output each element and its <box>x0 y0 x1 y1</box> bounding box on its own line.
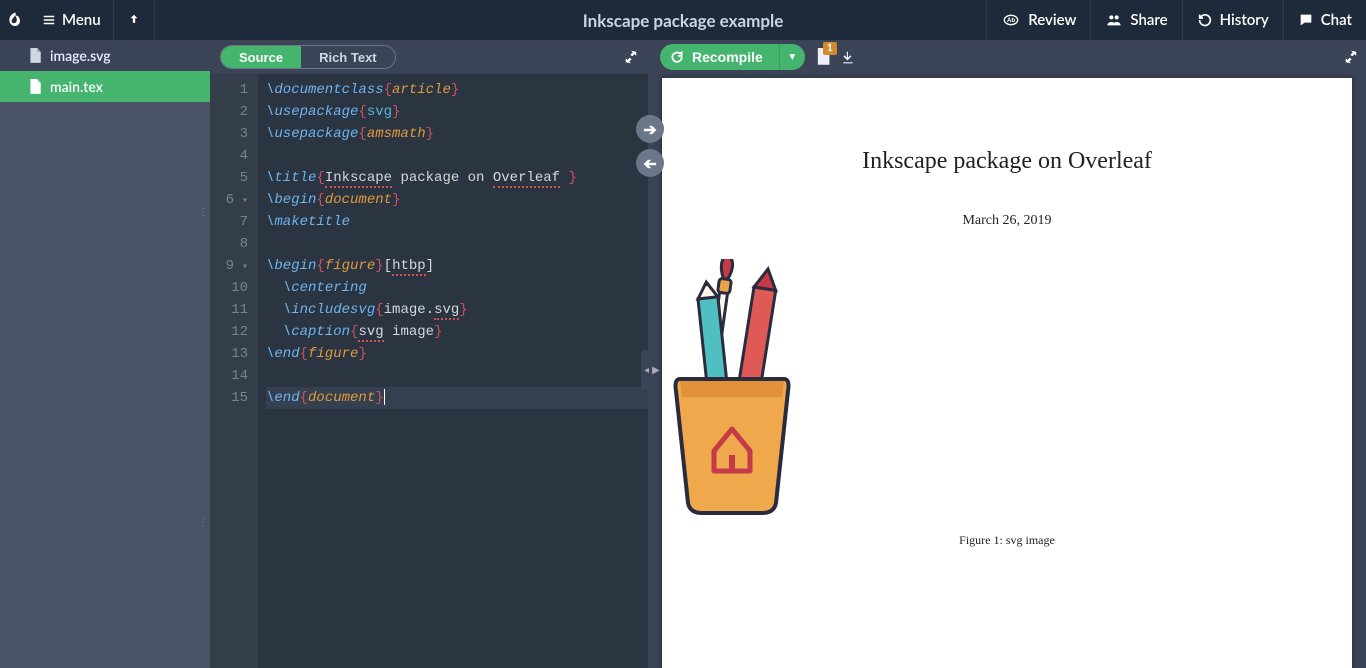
editor-panel: Source Rich Text 123456 ▾789 ▾1011121314… <box>210 40 648 668</box>
pdf-document-title: Inkscape package on Overleaf <box>662 148 1352 175</box>
refresh-icon <box>670 50 684 64</box>
chat-button[interactable]: Chat <box>1283 0 1366 40</box>
svg-text:Ab: Ab <box>1007 18 1015 24</box>
log-badge: 1 <box>823 42 837 55</box>
hamburger-icon <box>42 13 56 27</box>
pdf-page: Inkscape package on Overleaf March 26, 2… <box>662 78 1352 668</box>
file-item-image[interactable]: image.svg <box>0 40 210 71</box>
file-icon <box>28 79 42 95</box>
go-to-code-button[interactable]: ➔ <box>636 149 664 177</box>
top-bar: Menu Inkscape package example Ab Review … <box>0 0 1366 40</box>
pdf-viewport[interactable]: Inkscape package on Overleaf March 26, 2… <box>656 74 1366 668</box>
view-mode-toggle: Source Rich Text <box>220 45 396 69</box>
go-to-pdf-button[interactable]: ➔ <box>636 115 664 143</box>
file-icon <box>28 48 42 64</box>
recompile-dropdown[interactable]: ▼ <box>779 44 805 70</box>
review-button[interactable]: Ab Review <box>986 0 1090 40</box>
pdf-toolbar: Recompile ▼ 1 <box>656 40 1366 74</box>
code-area[interactable]: \documentclass{article}\usepackage{svg}\… <box>258 74 648 668</box>
pdf-figure <box>662 259 1352 519</box>
chat-icon <box>1298 12 1314 28</box>
file-item-main[interactable]: main.tex <box>0 71 210 102</box>
project-title[interactable]: Inkscape package example <box>583 10 784 31</box>
history-icon <box>1197 12 1213 28</box>
leaf-icon <box>6 11 24 29</box>
expand-icon <box>1344 50 1358 64</box>
file-name: image.svg <box>50 47 111 64</box>
rich-text-tab[interactable]: Rich Text <box>301 46 395 68</box>
pdf-document-date: March 26, 2019 <box>662 213 1352 229</box>
menu-label: Menu <box>62 11 101 29</box>
pdf-expand-button[interactable] <box>1344 50 1358 64</box>
people-icon <box>1105 12 1123 28</box>
expand-icon <box>624 50 638 64</box>
editor-toolbar: Source Rich Text <box>210 40 648 74</box>
menu-button[interactable]: Menu <box>30 0 113 40</box>
download-button[interactable] <box>841 49 855 65</box>
review-icon: Ab <box>1001 12 1021 28</box>
source-tab[interactable]: Source <box>221 46 301 68</box>
file-name: main.tex <box>50 78 103 95</box>
collapse-right-button[interactable]: ▶ <box>649 350 663 390</box>
recompile-button[interactable]: Recompile <box>660 44 779 70</box>
pdf-figure-caption: Figure 1: svg image <box>662 533 1352 548</box>
line-gutter: 123456 ▾789 ▾101112131415 <box>210 74 258 668</box>
upload-button[interactable] <box>114 0 154 40</box>
main-area: image.svg main.tex ⋮⋮ ⋮⋮ Source Rich Tex… <box>0 40 1366 668</box>
share-button[interactable]: Share <box>1090 0 1181 40</box>
overleaf-logo[interactable] <box>0 0 30 40</box>
pencil-cup-illustration <box>662 259 802 519</box>
code-editor[interactable]: 123456 ▾789 ▾101112131415 \documentclass… <box>210 74 648 668</box>
upload-icon <box>127 13 141 27</box>
pdf-panel: Recompile ▼ 1 Inkscape package on Overle… <box>656 40 1366 668</box>
editor-expand-button[interactable] <box>624 50 638 64</box>
file-panel: image.svg main.tex ⋮⋮ ⋮⋮ <box>0 40 210 668</box>
history-button[interactable]: History <box>1182 0 1283 40</box>
logs-button[interactable]: 1 <box>815 48 831 66</box>
download-icon <box>841 49 855 65</box>
